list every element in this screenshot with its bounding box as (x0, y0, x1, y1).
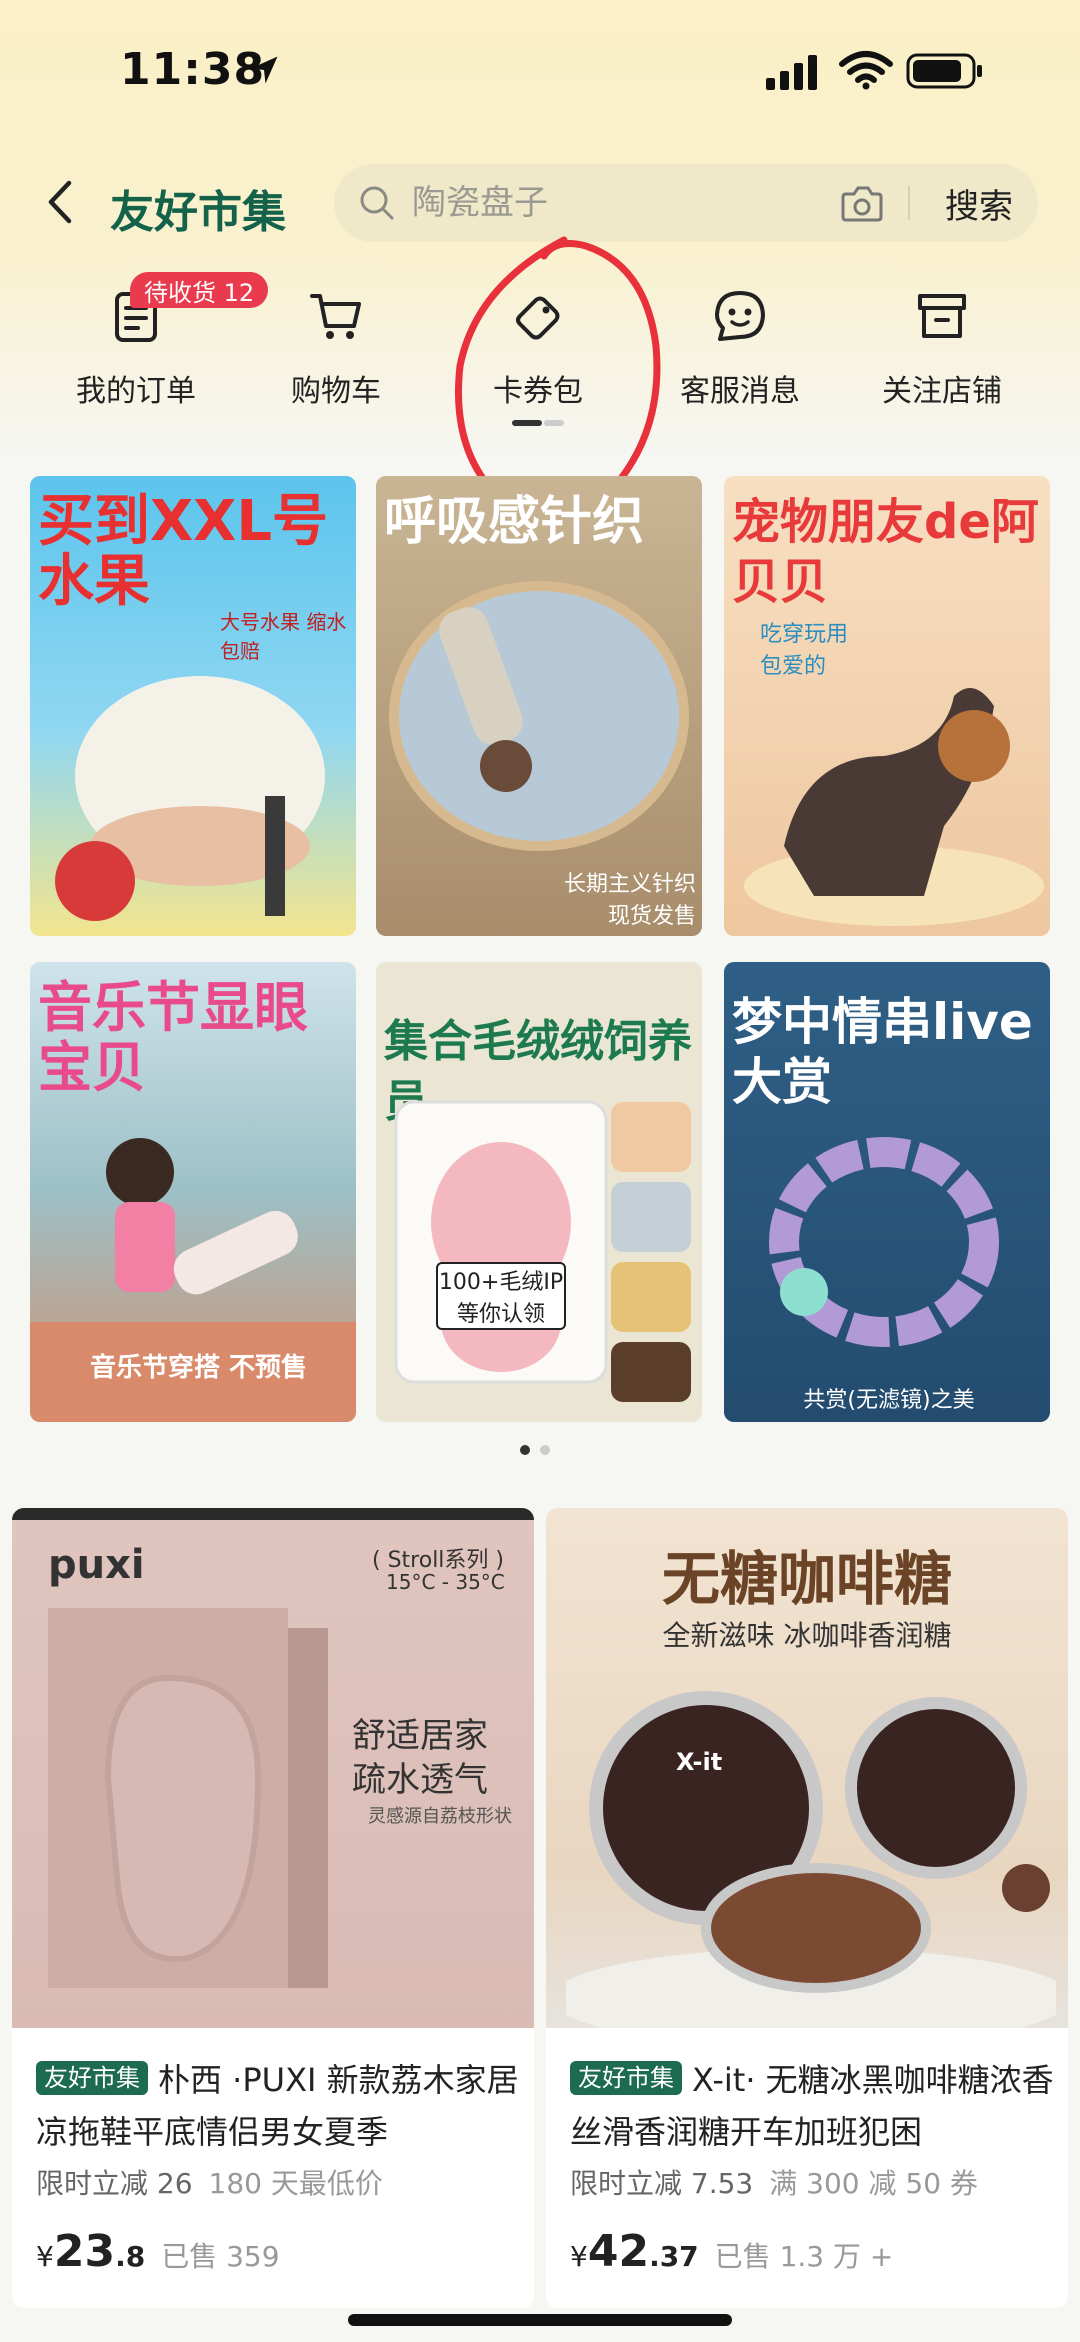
product-image: 无糖咖啡糖 全新滋味 冰咖啡香润糖 X-it (546, 1508, 1068, 2028)
fruit-illustration (55, 676, 325, 921)
status-time: 11:38 (120, 44, 266, 95)
page-title: 友好市集 (110, 187, 286, 238)
image-feature-line1: 舒适居家 (352, 1716, 488, 1756)
shop-tag: 友好市集 (570, 2061, 682, 2095)
banner-pet-friends[interactable]: 宠物朋友de阿贝贝 吃穿玩用 包爱的 (724, 476, 1050, 936)
nav-page-indicator (512, 420, 564, 426)
product-title: 友好市集 朴西 ·PUXI 新款荔木家居凉拖鞋平底情侣男女夏季 (36, 2054, 526, 2158)
store-icon (918, 294, 966, 338)
product-card-xit-candy[interactable]: 无糖咖啡糖 全新滋味 冰咖啡香润糖 X-it 友好市集 X-it· 无糖冰黑咖啡糖… (546, 1508, 1068, 2308)
shop-tag: 友好市集 (36, 2061, 148, 2095)
banner-dot-active (520, 1445, 530, 1455)
nav-indicator-active (512, 420, 542, 426)
nav-label-cart: 购物车 (291, 374, 381, 409)
nav-label-service: 客服消息 (680, 374, 800, 409)
banner-title: 呼吸感针织 (384, 492, 645, 552)
price-decimal: .37 (649, 2240, 699, 2273)
promo-discount: 限时立减 7.53 (570, 2167, 754, 2200)
pending-delivery-badge: 待收货 12 (130, 272, 269, 308)
banner-title: 音乐节显眼宝贝 (38, 976, 308, 1099)
nav-item-followed-stores[interactable]: 关注店铺 (842, 274, 1042, 409)
banner-subtitle: 长期主义针织 现货发售 (563, 872, 696, 929)
back-button[interactable] (40, 172, 80, 232)
banner-dot-inactive (540, 1445, 550, 1455)
image-feature-line3: 灵感源自荔枝形状 (368, 1806, 512, 1827)
nav-label-orders: 我的订单 (76, 374, 196, 409)
image-feature-line2: 疏水透气 (352, 1760, 488, 1800)
price-integer: 23 (53, 2226, 116, 2277)
image-brand: X-it (676, 1748, 723, 1776)
banner-plush-toys[interactable]: 集合毛绒绒饲养员 100+毛绒IP 等你认领 (376, 962, 702, 1422)
price-row: ¥23.8 已售 359 (36, 2226, 280, 2277)
banner-breathable-knit[interactable]: 呼吸感针织 长期主义针织 现货发售 (376, 476, 702, 936)
status-bar: 11:38 (0, 0, 1080, 150)
candy-tins-illustration (566, 1691, 1056, 2028)
search-bar[interactable]: 搜索 (334, 164, 1038, 242)
camera-icon[interactable] (840, 182, 884, 224)
chat-icon (715, 291, 765, 341)
image-subtitle: 全新滋味 冰咖啡香润糖 (662, 1619, 952, 1652)
price-integer: 42 (587, 2226, 650, 2277)
banner-title: 宠物朋友de阿贝贝 (732, 494, 1039, 610)
nav-label-followed-stores: 关注店铺 (882, 374, 1002, 409)
banner-dream-bracelets[interactable]: 梦中情串live大赏 共赏(无滤镜)之美 (724, 962, 1050, 1422)
product-title: 友好市集 X-it· 无糖冰黑咖啡糖浓香丝滑香润糖开车加班犯困 (570, 2054, 1060, 2158)
slipper-box-illustration (48, 1608, 328, 1988)
banner-subtitle: 100+毛绒IP 等你认领 (436, 1262, 566, 1330)
banner-subtitle: 共赏(无滤镜)之美 (803, 1388, 975, 1413)
coupon-icon (516, 296, 560, 340)
promo-coupon: 满 300 减 50 券 (769, 2167, 978, 2200)
search-input[interactable] (412, 176, 852, 230)
price-symbol: ¥ (36, 2240, 54, 2273)
price-symbol: ¥ (570, 2240, 588, 2273)
nav-item-service[interactable]: 客服消息 (640, 274, 840, 409)
product-card-puxi[interactable]: puxi ( Stroll系列 ) 15°C - 35°C 舒适居家 疏水透气 … (12, 1508, 534, 2308)
banner-music-festival[interactable]: 音乐节显眼宝贝 音乐节穿搭 不预售 (30, 962, 356, 1422)
image-top-strip (12, 1508, 534, 1520)
battery-icon (906, 53, 982, 89)
cart-icon (310, 294, 361, 339)
promo-lowest-price: 180 天最低价 (208, 2167, 383, 2200)
image-title: 无糖咖啡糖 (661, 1545, 952, 1613)
cellular-signal-icon (766, 55, 817, 90)
image-temperature: 15°C - 35°C (386, 1570, 505, 1594)
sold-count: 已售 1.3 万 + (714, 2240, 894, 2273)
wifi-icon (839, 51, 893, 90)
price-decimal: .8 (115, 2240, 146, 2273)
promo-row: 限时立减 7.53 满 300 减 50 券 (570, 2162, 978, 2202)
bracelet-illustration (769, 1137, 999, 1347)
promo-row: 限时立减 26 180 天最低价 (36, 2162, 383, 2202)
image-brand: puxi (48, 1542, 145, 1588)
banner-pagination (520, 1445, 560, 1457)
promo-discount: 限时立减 26 (36, 2167, 193, 2200)
home-indicator[interactable] (348, 2314, 732, 2326)
search-button[interactable]: 搜索 (920, 164, 1038, 242)
dog-illustration (744, 688, 1044, 926)
location-arrow-icon (250, 56, 278, 84)
knit-mirror-illustration (389, 581, 689, 851)
nav-item-coupons[interactable]: 卡券包 (438, 274, 638, 409)
nav-indicator-inactive (544, 420, 564, 426)
banner-subtitle: 音乐节穿搭 不预售 (90, 1353, 308, 1383)
sold-count: 已售 359 (161, 2240, 280, 2273)
search-icon (360, 186, 394, 220)
banner-title: 买到XXL号水果 (38, 489, 329, 614)
chevron-left-icon (48, 180, 72, 224)
price-row: ¥42.37 已售 1.3 万 + (570, 2226, 893, 2277)
nav-label-coupons: 卡券包 (493, 374, 583, 409)
product-image: puxi ( Stroll系列 ) 15°C - 35°C 舒适居家 疏水透气 … (12, 1508, 534, 2028)
search-divider (908, 186, 910, 220)
banner-xxl-fruit[interactable]: 买到XXL号水果 大号水果 缩水包赔 (30, 476, 356, 936)
plush-toys-illustration (394, 1100, 691, 1402)
